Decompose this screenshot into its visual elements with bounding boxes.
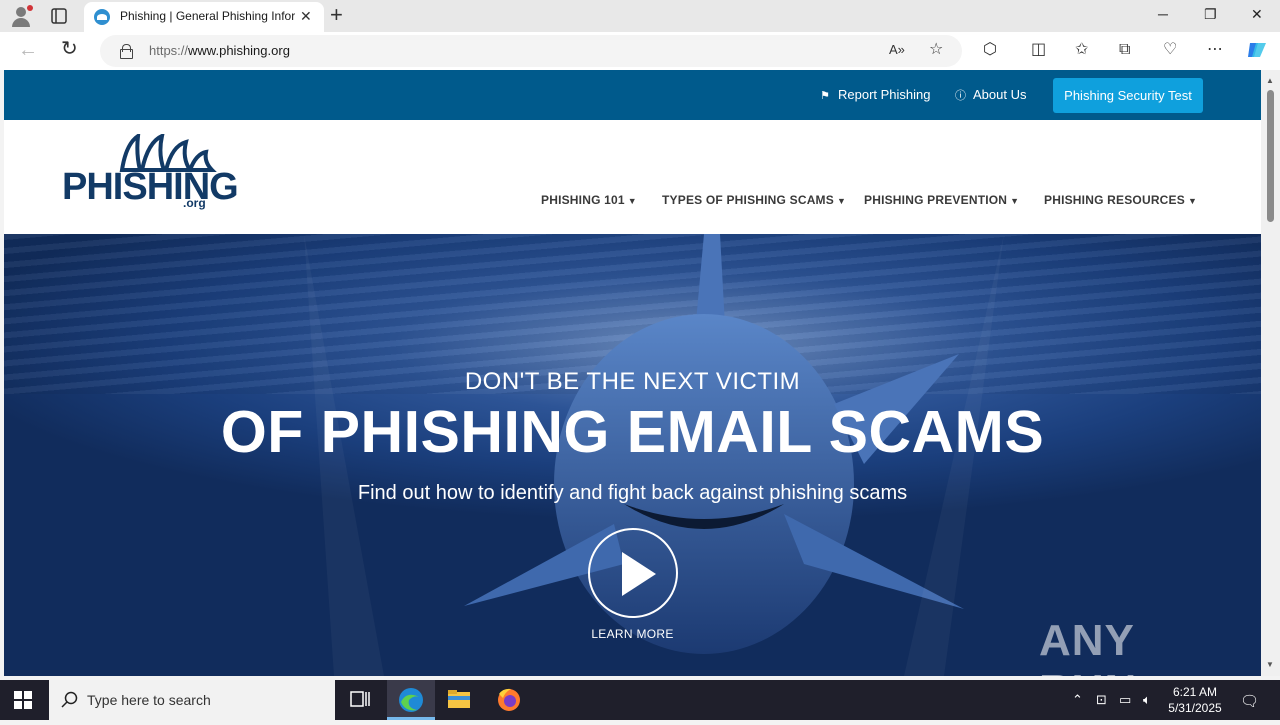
split-screen-icon[interactable]: ◫ <box>1031 41 1046 59</box>
favorite-star-icon[interactable]: ☆ <box>929 41 943 59</box>
search-icon <box>61 691 78 708</box>
about-us-label: About Us <box>973 87 1027 102</box>
address-bar[interactable]: https://www.phishing.org <box>100 35 962 67</box>
file-explorer-icon[interactable] <box>435 680 483 720</box>
about-us-link[interactable]: ⓘ About Us <box>955 87 1026 103</box>
nav-phishing-101[interactable]: PHISHING 101 ▼ <box>541 193 637 207</box>
edge-taskbar-icon[interactable] <box>387 680 435 720</box>
reload-icon[interactable]: ↻ <box>61 39 78 59</box>
taskbar-clock[interactable]: 6:21 AM 5/31/2025 <box>1160 684 1230 716</box>
info-icon: ⓘ <box>955 90 966 102</box>
url-text[interactable]: https://www.phishing.org <box>149 43 290 58</box>
hero-subheading: DON'T BE THE NEXT VICTIM <box>464 368 801 395</box>
browser-tab-active[interactable]: Phishing | General Phishing Information … <box>84 2 324 32</box>
nav-phishing-prevention[interactable]: PHISHING PREVENTION ▼ <box>864 193 1019 207</box>
anyrun-watermark: ANY RUN <box>1039 610 1239 676</box>
scroll-up-icon[interactable]: ▲ <box>1266 76 1274 85</box>
taskbar-search-placeholder: Type here to search <box>87 692 211 708</box>
scroll-down-icon[interactable]: ▼ <box>1266 660 1274 669</box>
lock-icon[interactable] <box>120 44 133 59</box>
volume-icon[interactable]: 🔈︎ <box>1143 692 1151 708</box>
taskbar-search[interactable]: Type here to search <box>49 680 335 720</box>
window-close-icon[interactable]: ✕ <box>1251 6 1263 23</box>
back-icon[interactable]: ← <box>18 40 38 60</box>
read-aloud-icon[interactable]: A» <box>889 41 905 59</box>
caret-down-icon: ▼ <box>836 196 847 206</box>
more-options-icon[interactable]: ⋯ <box>1207 41 1223 59</box>
copilot-icon[interactable] <box>1246 39 1268 61</box>
play-video-icon[interactable] <box>588 528 678 618</box>
scrollbar-thumb[interactable] <box>1267 90 1274 222</box>
profile-avatar-icon[interactable] <box>10 5 33 27</box>
browser-tab-bar: Phishing | General Phishing Information … <box>0 0 1280 32</box>
tray-chevron-icon[interactable]: ⌃ <box>1072 692 1083 708</box>
browser-essentials-icon[interactable]: ♡ <box>1163 41 1177 59</box>
network-icon[interactable]: ▭ <box>1119 692 1131 708</box>
nav-types-of-phishing-scams[interactable]: TYPES OF PHISHING SCAMS ▼ <box>662 193 846 207</box>
caret-down-icon: ▼ <box>1187 196 1198 206</box>
flag-icon: ⚑ <box>820 90 830 102</box>
caret-down-icon: ▼ <box>1010 196 1020 206</box>
phishing-security-test-button[interactable]: Phishing Security Test <box>1053 78 1203 113</box>
restore-icon[interactable]: ❐ <box>1204 6 1217 23</box>
clock-time: 6:21 AM <box>1172 685 1218 699</box>
notifications-icon[interactable]: 🗨︎ <box>1240 692 1259 710</box>
report-phishing-link[interactable]: ⚑ Report Phishing <box>820 87 931 102</box>
firefox-icon[interactable] <box>485 680 533 720</box>
page-viewport: ⚑ Report Phishing ⓘ About Us Phishing Secu… <box>4 70 1261 676</box>
logo-wordmark: PHISHING <box>62 166 239 208</box>
task-view-icon[interactable] <box>336 680 384 720</box>
report-phishing-label: Report Phishing <box>838 87 931 102</box>
minimize-icon[interactable]: ─ <box>1158 6 1168 22</box>
extensions-icon[interactable]: ⬡ <box>983 41 997 59</box>
new-tab-button[interactable]: + <box>330 4 343 26</box>
site-top-bar: ⚑ Report Phishing ⓘ About Us Phishing Secu… <box>4 70 1261 120</box>
clock-date: 5/31/2025 <box>1168 701 1222 715</box>
site-nav-bar: PHISHING .org PHISHING 101 ▼ TYPES OF PHI… <box>4 120 1261 234</box>
tab-close-icon[interactable]: ✕ <box>300 8 312 25</box>
windows-start-icon[interactable] <box>14 691 32 709</box>
watermark-text: ANY RUN <box>1039 616 1136 676</box>
tab-title: Phishing | General Phishing Information <box>120 9 295 23</box>
hero-heading: OF PHISHING EMAIL SCAMS <box>220 399 1045 465</box>
caret-down-icon: ▼ <box>627 196 637 206</box>
tab-actions-icon[interactable] <box>50 7 68 25</box>
collections-icon[interactable]: ⧉ <box>1119 41 1130 59</box>
nav-phishing-resources[interactable]: PHISHING RESOURCES ▼ <box>1044 193 1197 207</box>
page-scrollbar[interactable]: ▲ ▼ <box>1261 70 1280 676</box>
hero-banner: DON'T BE THE NEXT VICTIM OF PHISHING EMA… <box>4 234 1261 676</box>
tray-meet-icon[interactable]: ⊡ <box>1096 692 1107 708</box>
site-logo[interactable]: PHISHING .org <box>62 134 242 212</box>
site-favicon-icon <box>94 9 110 25</box>
favorites-icon[interactable]: ✩ <box>1075 41 1088 59</box>
windows-taskbar: Type here to search ⌃ ⊡ ▭ 🔈︎ 6:21 AM 5/3… <box>0 680 1280 720</box>
hero-description: Find out how to identify and fight back … <box>357 482 908 504</box>
logo-tld: .org <box>183 196 206 210</box>
